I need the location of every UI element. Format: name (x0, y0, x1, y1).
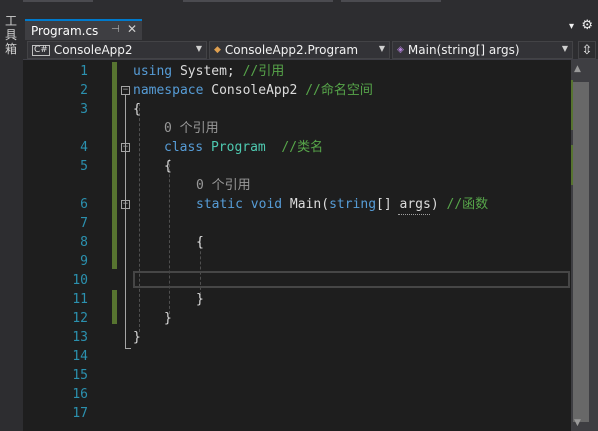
chevron-down-icon: ▼ (378, 44, 385, 53)
scroll-down-icon[interactable]: ▼ (574, 418, 581, 428)
line-number: 15 (72, 368, 88, 383)
csharp-project-icon: C# (32, 44, 50, 56)
line-number: 6 (80, 197, 88, 212)
line-number: 2 (80, 83, 88, 98)
type-dropdown[interactable]: ◆ ConsoleApp2.Program ▼ (209, 41, 390, 59)
code-line: } (133, 330, 141, 345)
code-line: { (196, 235, 204, 250)
member-dropdown[interactable]: ◈ Main(string[] args) ▼ (392, 41, 573, 59)
line-number: 8 (80, 235, 88, 250)
line-number: 3 (80, 102, 88, 117)
gear-icon[interactable]: ⚙ (581, 18, 593, 33)
method-icon: ◈ (397, 45, 404, 55)
vertical-scrollbar[interactable]: ▲ ▼ (571, 60, 598, 431)
code-editor[interactable]: 1 2 3 4 5 6 7 8 9 10 11 12 13 14 15 16 1… (23, 60, 571, 431)
chevron-down-icon: ▼ (561, 44, 568, 53)
toolbox-label[interactable]: 工具箱 (3, 14, 19, 56)
change-marker (571, 80, 573, 130)
split-window-button[interactable]: ⇳ (578, 41, 596, 59)
close-icon[interactable]: ✕ (127, 22, 137, 36)
line-number: 11 (72, 292, 88, 307)
line-number: 17 (72, 406, 88, 421)
class-icon: ◆ (214, 45, 221, 55)
collapse-icon[interactable]: − (121, 86, 130, 95)
scroll-up-icon[interactable]: ▲ (574, 64, 581, 74)
line-number: 13 (72, 330, 88, 345)
tab-bar-top-line (23, 0, 598, 2)
document-tab-bar: Program.cs ⊣ ✕ ▾ ⚙ (23, 0, 598, 40)
code-line: static void Main(string[] args) //函数 (196, 197, 489, 212)
collapse-icon[interactable]: − (121, 143, 130, 152)
project-dropdown[interactable]: C# ConsoleApp2 ▼ (27, 41, 207, 59)
line-number: 1 (80, 64, 88, 79)
tab-title[interactable]: Program.cs (25, 24, 98, 38)
line-number: 16 (72, 387, 88, 402)
line-number: 4 (80, 140, 88, 155)
code-line: using System; //引用 (133, 64, 285, 79)
member-dropdown-value: Main(string[] args) (407, 43, 520, 57)
pin-icon[interactable]: ⊣ (111, 24, 120, 35)
code-line: namespace ConsoleApp2 //命名空间 (133, 83, 373, 98)
line-number: 9 (80, 254, 88, 269)
collapse-icon[interactable]: − (121, 200, 130, 209)
code-line: { (133, 102, 141, 117)
scrollbar-thumb[interactable] (573, 82, 589, 422)
args-parameter: args (399, 197, 431, 212)
tab-list-dropdown-icon[interactable]: ▾ (569, 21, 574, 32)
toolbox-strip[interactable]: 工具箱 (0, 0, 24, 431)
code-lens-references[interactable]: 0 个引用 (196, 176, 251, 195)
code-line: } (164, 311, 172, 326)
line-number: 10 (72, 273, 88, 288)
code-line: { (164, 159, 172, 174)
line-number: 12 (72, 311, 88, 326)
navigation-bar: C# ConsoleApp2 ▼ ◆ ConsoleApp2.Program ▼… (23, 40, 598, 60)
line-number: 5 (80, 159, 88, 174)
unused-parameter-hint (398, 212, 430, 215)
code-lens-references[interactable]: 0 个引用 (164, 119, 219, 138)
chevron-down-icon: ▼ (195, 44, 202, 53)
code-line: } (196, 292, 204, 307)
change-marker (571, 145, 573, 185)
line-number: 14 (72, 349, 88, 364)
code-line: class Program //类名 (164, 140, 324, 155)
tab-program-cs[interactable]: Program.cs ⊣ ✕ (25, 19, 142, 40)
project-dropdown-value: ConsoleApp2 (53, 43, 133, 57)
line-number: 7 (80, 216, 88, 231)
type-dropdown-value: ConsoleApp2.Program (224, 43, 359, 57)
